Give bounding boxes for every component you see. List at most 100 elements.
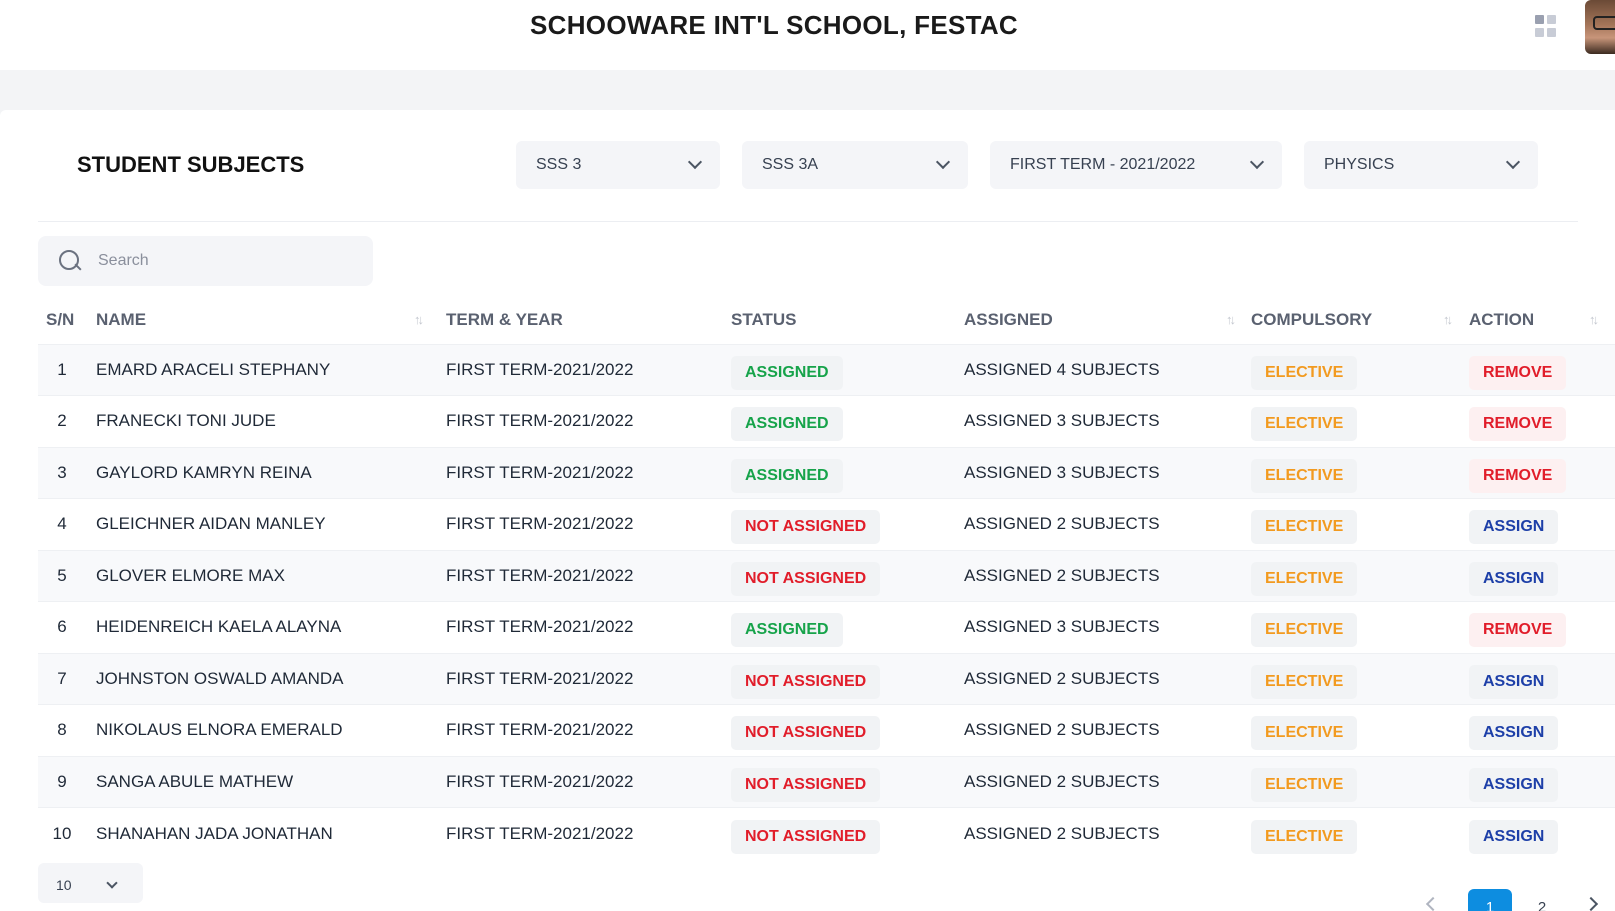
chevron-down-icon [687, 154, 703, 170]
arm-select-value: SSS 3A [762, 156, 819, 173]
column-header-assigned[interactable]: ASSIGNED ↑↓ [964, 296, 1251, 344]
page-title: STUDENT SUBJECTS [77, 152, 305, 177]
assign-button[interactable]: ASSIGN [1469, 716, 1559, 751]
page-button-2[interactable]: 2 [1520, 889, 1564, 911]
remove-button[interactable]: REMOVE [1469, 613, 1567, 648]
assign-button[interactable]: ASSIGN [1469, 664, 1559, 699]
assigned-count: ASSIGNED 4 SUBJECTS [964, 343, 1251, 396]
status-badge: NOT ASSIGNED [731, 561, 881, 596]
term-year: FIRST TERM-2021/2022 [446, 652, 731, 705]
table-row: 6 HEIDENREICH KAELA ALAYNA FIRST TERM-2021… [38, 601, 1615, 653]
row-sn: 4 [38, 498, 96, 550]
header-divider [38, 221, 1578, 222]
school-name: SCHOOWARE INT'L SCHOOL, FESTAC [530, 10, 1019, 40]
assign-button[interactable]: ASSIGN [1469, 819, 1559, 854]
student-name: FRANECKI TONI JUDE [96, 395, 446, 447]
column-header-sn[interactable]: S/N [38, 296, 96, 344]
term-year: FIRST TERM-2021/2022 [446, 343, 731, 396]
compulsory-badge: ELECTIVE [1251, 716, 1358, 751]
assigned-count: ASSIGNED 2 SUBJECTS [964, 652, 1251, 705]
assigned-count: ASSIGNED 3 SUBJECTS [964, 446, 1251, 499]
row-sn: 5 [38, 549, 96, 602]
table-row: 2 FRANECKI TONI JUDE FIRST TERM-2021/2022 A… [38, 395, 1615, 447]
search-icon [58, 249, 82, 273]
student-name: GLOVER ELMORE MAX [96, 549, 446, 602]
compulsory-badge: ELECTIVE [1251, 510, 1358, 545]
subject-select[interactable]: PHYSICS [1304, 141, 1538, 189]
compulsory-badge: ELECTIVE [1251, 561, 1358, 596]
term-year: FIRST TERM-2021/2022 [446, 601, 731, 653]
status-badge: NOT ASSIGNED [731, 716, 881, 751]
page-button-1[interactable]: 1 [1468, 889, 1512, 911]
term-year: FIRST TERM-2021/2022 [446, 755, 731, 808]
assigned-count: ASSIGNED 2 SUBJECTS [964, 755, 1251, 808]
assigned-count: ASSIGNED 2 SUBJECTS [964, 704, 1251, 756]
assigned-count: ASSIGNED 2 SUBJECTS [964, 807, 1251, 859]
compulsory-badge: ELECTIVE [1251, 407, 1358, 442]
user-avatar[interactable] [1585, 0, 1615, 54]
table-row: 3 GAYLORD KAMRYN REINA FIRST TERM-2021/202… [38, 446, 1615, 499]
top-bar: SCHOOWARE INT'L SCHOOL, FESTAC [0, 0, 1615, 70]
assigned-count: ASSIGNED 2 SUBJECTS [964, 498, 1251, 550]
term-year: FIRST TERM-2021/2022 [446, 807, 731, 859]
status-badge: ASSIGNED [731, 355, 843, 390]
term-year: FIRST TERM-2021/2022 [446, 498, 731, 550]
class-select[interactable]: SSS 3 [516, 141, 720, 189]
remove-button[interactable]: REMOVE [1469, 407, 1567, 442]
term-year: FIRST TERM-2021/2022 [446, 704, 731, 756]
row-sn: 7 [38, 652, 96, 705]
column-header-compulsory[interactable]: COMPULSORY ↑↓ [1251, 296, 1469, 344]
chevron-down-icon [935, 154, 951, 170]
page-size-select[interactable]: 10 [38, 863, 143, 903]
arm-select[interactable]: SSS 3A [742, 141, 968, 189]
student-name: HEIDENREICH KAELA ALAYNA [96, 601, 446, 653]
compulsory-badge: ELECTIVE [1251, 458, 1358, 493]
term-select-value: FIRST TERM - 2021/2022 [1010, 156, 1196, 173]
search-input[interactable] [98, 252, 348, 270]
student-name: GAYLORD KAMRYN REINA [96, 446, 446, 499]
row-sn: 9 [38, 755, 96, 808]
table-row: 1 EMARD ARACELI STEPHANY FIRST TERM-2021/2… [38, 343, 1615, 396]
search-box[interactable] [38, 236, 373, 286]
sort-icon[interactable]: ↑↓ [1226, 312, 1236, 327]
previous-page-icon[interactable] [1425, 896, 1441, 911]
term-year: FIRST TERM-2021/2022 [446, 549, 731, 602]
sort-icon[interactable]: ↑↓ [1443, 312, 1453, 327]
column-header-status[interactable]: STATUS [731, 296, 964, 344]
assign-button[interactable]: ASSIGN [1469, 767, 1559, 802]
row-sn: 8 [38, 704, 96, 756]
column-header-action[interactable]: ACTION ↑↓ [1469, 296, 1615, 344]
table-row: 5 GLOVER ELMORE MAX FIRST TERM-2021/2022 NO… [38, 549, 1615, 602]
chevron-down-icon [1249, 154, 1265, 170]
assigned-count: ASSIGNED 2 SUBJECTS [964, 549, 1251, 602]
table-row: 10 SHANAHAN JADA JONATHAN FIRST TERM-2021/… [38, 807, 1615, 859]
column-header-term-year[interactable]: TERM & YEAR [446, 296, 731, 344]
compulsory-badge: ELECTIVE [1251, 819, 1358, 854]
assign-button[interactable]: ASSIGN [1469, 510, 1559, 545]
column-header-name[interactable]: NAME ↑↓ [96, 296, 446, 344]
student-name: NIKOLAUS ELNORA EMERALD [96, 704, 446, 756]
term-select[interactable]: FIRST TERM - 2021/2022 [990, 141, 1282, 189]
status-badge: ASSIGNED [731, 613, 843, 648]
table-row: 7 JOHNSTON OSWALD AMANDA FIRST TERM-2021/2… [38, 652, 1615, 705]
assign-button[interactable]: ASSIGN [1469, 561, 1559, 596]
next-page-icon[interactable] [1583, 896, 1599, 911]
compulsory-badge: ELECTIVE [1251, 613, 1358, 648]
student-name: JOHNSTON OSWALD AMANDA [96, 652, 446, 705]
remove-button[interactable]: REMOVE [1469, 458, 1567, 493]
status-badge: NOT ASSIGNED [731, 510, 881, 545]
row-sn: 3 [38, 446, 96, 499]
status-badge: ASSIGNED [731, 407, 843, 442]
compulsory-badge: ELECTIVE [1251, 767, 1358, 802]
remove-button[interactable]: REMOVE [1469, 355, 1567, 390]
sort-icon[interactable]: ↑↓ [414, 312, 424, 327]
class-select-value: SSS 3 [536, 156, 582, 173]
table-header-row: S/N NAME ↑↓ TERM & YEAR STATUS ASSIGNED ↑↓… [38, 296, 1615, 344]
chevron-down-icon [106, 877, 118, 889]
status-badge: NOT ASSIGNED [731, 819, 881, 854]
assigned-count: ASSIGNED 3 SUBJECTS [964, 395, 1251, 447]
sort-icon[interactable]: ↑↓ [1589, 312, 1599, 327]
grid-apps-icon[interactable] [1535, 15, 1557, 37]
student-name: SANGA ABULE MATHEW [96, 755, 446, 808]
compulsory-badge: ELECTIVE [1251, 664, 1358, 699]
